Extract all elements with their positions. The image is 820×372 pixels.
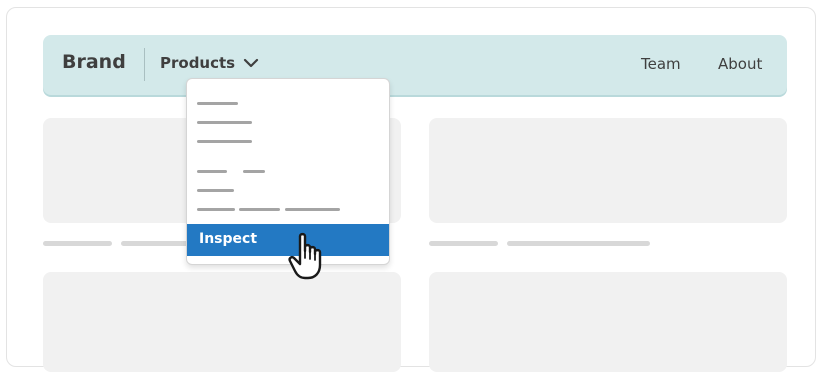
content-card-4 xyxy=(429,272,787,372)
menu-item-placeholder[interactable] xyxy=(197,170,227,173)
nav-link-team[interactable]: Team xyxy=(641,55,681,73)
menu-item-placeholder[interactable] xyxy=(197,208,235,211)
brand-logo[interactable]: Brand xyxy=(62,51,126,73)
products-label: Products xyxy=(160,54,236,72)
menu-item-placeholder[interactable] xyxy=(243,170,265,173)
hand-pointer-icon xyxy=(288,232,322,280)
menu-item-inspect-label: Inspect xyxy=(199,231,258,247)
navbar: Brand Products Team About xyxy=(43,35,787,95)
nav-divider xyxy=(144,48,145,81)
menu-item-placeholder[interactable] xyxy=(197,189,234,192)
products-menu-button[interactable]: Products xyxy=(160,54,259,72)
menu-item-placeholder[interactable] xyxy=(197,102,238,105)
content-card-3 xyxy=(43,272,401,372)
nav-link-about[interactable]: About xyxy=(718,55,762,73)
text-placeholder xyxy=(507,241,650,246)
content-card-2 xyxy=(429,118,787,223)
menu-item-placeholder[interactable] xyxy=(197,121,252,124)
text-placeholder xyxy=(429,241,498,246)
text-placeholder xyxy=(43,241,112,246)
menu-item-placeholder[interactable] xyxy=(197,140,252,143)
menu-item-placeholder[interactable] xyxy=(239,208,280,211)
menu-item-placeholder[interactable] xyxy=(285,208,340,211)
chevron-down-icon xyxy=(244,58,259,68)
